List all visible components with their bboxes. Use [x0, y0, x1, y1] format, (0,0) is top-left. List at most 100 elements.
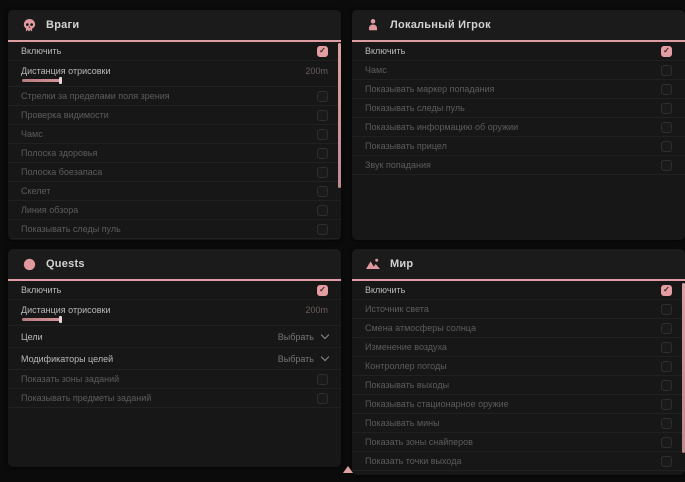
setting-label: Дистанция отрисовки — [21, 305, 111, 315]
setting-row[interactable]: Стрелки за пределами поля зрения — [8, 87, 341, 106]
setting-row[interactable]: Цели Выбрать — [8, 326, 341, 348]
checkbox-unchecked[interactable] — [317, 186, 328, 197]
panel-quests-header: Quests — [8, 249, 341, 279]
setting-row[interactable]: Показывать выходы — [352, 376, 685, 395]
scrollbar-thumb[interactable] — [338, 43, 341, 188]
setting-label: Источник света — [365, 304, 429, 314]
setting-row[interactable]: Скелет — [8, 182, 341, 201]
checkbox-checked[interactable] — [317, 285, 328, 296]
dropdown-value: Выбрать — [278, 332, 314, 342]
setting-row[interactable]: Звук попадания — [352, 156, 685, 175]
checkbox-unchecked[interactable] — [317, 148, 328, 159]
checkbox-unchecked[interactable] — [661, 456, 672, 467]
slider[interactable] — [22, 79, 60, 82]
setting-label: Включить — [365, 46, 405, 56]
setting-row[interactable]: Показать зоны снайперов — [352, 433, 685, 452]
skull-icon — [21, 17, 37, 33]
setting-label: Линия обзора — [21, 205, 78, 215]
setting-row[interactable]: Показать точки выхода — [352, 452, 685, 471]
panel-world: Мир Включить Источник света Смена атмосфер… — [352, 249, 685, 475]
setting-label: Цели — [21, 332, 43, 342]
checkbox-unchecked[interactable] — [661, 361, 672, 372]
setting-label: Показывать маркер попадания — [365, 84, 495, 94]
panel-world-header: Мир — [352, 249, 685, 279]
checkbox-unchecked[interactable] — [317, 393, 328, 404]
checkbox-unchecked[interactable] — [661, 160, 672, 171]
setting-row[interactable]: Модификаторы целей Выбрать — [8, 348, 341, 370]
setting-row[interactable]: Чамс — [8, 125, 341, 144]
setting-row[interactable]: Дистанция отрисовки200m — [8, 61, 341, 87]
slider-handle[interactable] — [59, 316, 62, 323]
checkbox-checked[interactable] — [661, 46, 672, 57]
setting-label: Звук попадания — [365, 160, 431, 170]
setting-row[interactable]: Показывать маркер попадания — [352, 80, 685, 99]
setting-row[interactable]: Чамс — [352, 61, 685, 80]
checkbox-unchecked[interactable] — [661, 103, 672, 114]
checkbox-unchecked[interactable] — [317, 205, 328, 216]
quest-icon — [21, 256, 37, 272]
setting-row[interactable]: Источник света — [352, 300, 685, 319]
panel-local-player-header: Локальный Игрок — [352, 10, 685, 40]
checkbox-unchecked[interactable] — [661, 380, 672, 391]
cursor-pointer-icon — [343, 466, 353, 473]
dropdown[interactable]: Выбрать — [278, 354, 328, 364]
checkbox-unchecked[interactable] — [661, 84, 672, 95]
setting-label: Скелет — [21, 186, 50, 196]
checkbox-unchecked[interactable] — [661, 122, 672, 133]
setting-label: Показывать информацию об оружии — [365, 122, 518, 132]
setting-row[interactable]: Показывать мины — [352, 414, 685, 433]
checkbox-unchecked[interactable] — [661, 141, 672, 152]
setting-row[interactable]: Изменение воздуха — [352, 338, 685, 357]
slider[interactable] — [22, 318, 60, 321]
checkbox-unchecked[interactable] — [317, 110, 328, 121]
setting-row[interactable]: Показывать информацию об оружии — [352, 118, 685, 137]
setting-label: Показывать следы пуль — [365, 103, 465, 113]
setting-row[interactable]: Показывать стационарное оружие — [352, 395, 685, 414]
player-icon — [365, 17, 381, 33]
setting-row[interactable]: Контроллер погоды — [352, 357, 685, 376]
panel-local-player: Локальный Игрок Включить Чамс Показывать м… — [352, 10, 685, 240]
setting-row[interactable]: Включить — [352, 281, 685, 300]
setting-label: Показывать стационарное оружие — [365, 399, 509, 409]
setting-row[interactable]: Полоска боезапаса — [8, 163, 341, 182]
setting-row[interactable]: Включить — [8, 281, 341, 300]
panel-enemies: Враги ВключитьДистанция отрисовки200mСтр… — [8, 10, 341, 240]
setting-label: Дистанция отрисовки — [21, 66, 111, 76]
checkbox-unchecked[interactable] — [661, 399, 672, 410]
checkbox-unchecked[interactable] — [317, 167, 328, 178]
panel-enemies-header: Враги — [8, 10, 341, 40]
setting-row[interactable]: Показывать следы пуль — [8, 220, 341, 239]
setting-row[interactable]: Линия обзора — [8, 201, 341, 220]
checkbox-unchecked[interactable] — [661, 304, 672, 315]
checkbox-unchecked[interactable] — [661, 323, 672, 334]
slider-handle[interactable] — [59, 77, 62, 84]
setting-row[interactable]: Включить — [8, 42, 341, 61]
setting-label: Проверка видимости — [21, 110, 109, 120]
setting-row[interactable]: Показывать следы пуль — [352, 99, 685, 118]
checkbox-unchecked[interactable] — [661, 342, 672, 353]
setting-row[interactable]: Показать зоны заданий — [8, 370, 341, 389]
checkbox-unchecked[interactable] — [661, 65, 672, 76]
checkbox-unchecked[interactable] — [317, 91, 328, 102]
setting-label: Изменение воздуха — [365, 342, 447, 352]
setting-row[interactable]: Показывать предметы заданий — [8, 389, 341, 408]
setting-row[interactable]: Показывать прицел — [352, 137, 685, 156]
setting-row[interactable]: Проверка видимости — [8, 106, 341, 125]
setting-label: Показывать предметы заданий — [21, 393, 151, 403]
checkbox-unchecked[interactable] — [661, 437, 672, 448]
checkbox-unchecked[interactable] — [317, 129, 328, 140]
setting-row[interactable]: Дистанция отрисовки200m — [8, 300, 341, 326]
setting-row[interactable]: Полоска здоровья — [8, 144, 341, 163]
setting-row[interactable]: Включить — [352, 42, 685, 61]
checkbox-unchecked[interactable] — [661, 418, 672, 429]
checkbox-unchecked[interactable] — [317, 374, 328, 385]
checkbox-checked[interactable] — [317, 46, 328, 57]
setting-label: Чамс — [365, 65, 387, 75]
dropdown[interactable]: Выбрать — [278, 332, 328, 342]
setting-row[interactable]: Смена атмосферы солнца — [352, 319, 685, 338]
setting-label: Показывать прицел — [365, 141, 447, 151]
checkbox-unchecked[interactable] — [317, 224, 328, 235]
chevron-down-icon — [321, 331, 329, 339]
setting-label: Модификаторы целей — [21, 354, 113, 364]
checkbox-checked[interactable] — [661, 285, 672, 296]
